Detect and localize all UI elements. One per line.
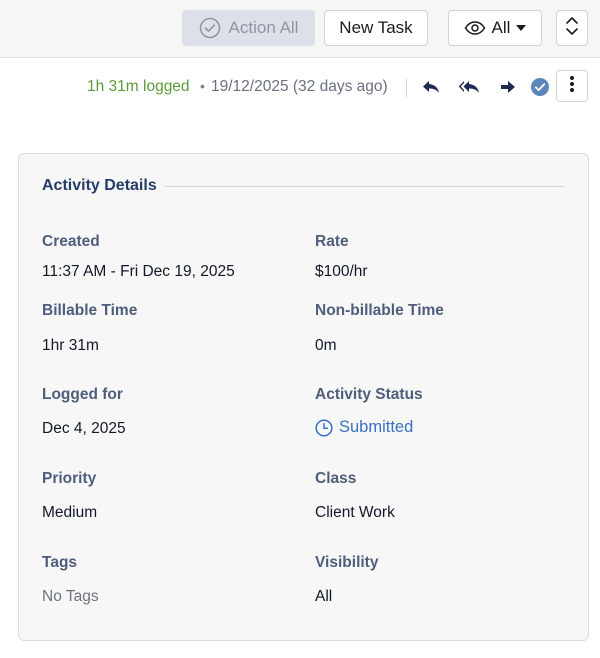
caret-down-icon xyxy=(516,25,527,31)
completed-check-icon[interactable] xyxy=(529,76,551,98)
activity-meta-row: 1h 31m logged • 19/12/2025 (32 days ago) xyxy=(0,74,600,100)
check-circle-icon xyxy=(199,17,221,39)
billable-time-label: Billable Time xyxy=(42,302,138,319)
rate-value: $100/hr xyxy=(315,263,368,280)
time-logged: 1h 31m logged xyxy=(87,78,190,95)
visibility-value: All xyxy=(315,588,333,605)
tags-label: Tags xyxy=(42,554,78,571)
activity-status-value: Submitted xyxy=(315,418,413,437)
logged-for-value: Dec 4, 2025 xyxy=(42,420,126,437)
priority-label: Priority xyxy=(42,470,97,487)
created-label: Created xyxy=(42,233,100,250)
toolbar: Action All New Task All xyxy=(0,0,600,58)
rate-label: Rate xyxy=(315,233,349,250)
clock-icon xyxy=(315,418,333,437)
new-task-label: New Task xyxy=(339,18,413,37)
action-all-button[interactable]: Action All xyxy=(182,10,315,46)
reply-all-icon[interactable] xyxy=(458,76,480,98)
expand-collapse-button[interactable] xyxy=(556,10,588,46)
billable-time-value: 1hr 31m xyxy=(42,337,99,354)
visibility-label: Visibility xyxy=(315,554,379,571)
title-divider xyxy=(165,186,565,187)
eye-icon xyxy=(464,21,486,35)
card-title: Activity Details xyxy=(42,177,157,194)
logged-for-label: Logged for xyxy=(42,386,123,403)
reply-icon[interactable] xyxy=(420,76,442,98)
class-label: Class xyxy=(315,470,357,487)
new-task-button[interactable]: New Task xyxy=(324,10,428,46)
filter-label: All xyxy=(491,18,511,37)
non-billable-time-value: 0m xyxy=(315,337,337,354)
action-all-label: Action All xyxy=(228,18,299,37)
class-value: Client Work xyxy=(315,504,395,521)
more-options-button[interactable] xyxy=(556,70,588,102)
non-billable-time-label: Non-billable Time xyxy=(315,302,444,319)
priority-value: Medium xyxy=(42,504,98,521)
created-value: 11:37 AM - Fri Dec 19, 2025 xyxy=(42,263,235,280)
tags-value: No Tags xyxy=(42,588,99,605)
more-vertical-icon xyxy=(569,75,575,98)
forward-icon[interactable] xyxy=(497,76,519,98)
activity-details-card: Activity Details Created 11:37 AM - Fri … xyxy=(18,153,589,641)
separator-dot: • xyxy=(200,78,205,94)
divider xyxy=(406,79,407,97)
activity-status-label: Activity Status xyxy=(315,386,423,403)
status-text: Submitted xyxy=(339,418,414,436)
expand-icon xyxy=(565,16,579,41)
activity-date: 19/12/2025 (32 days ago) xyxy=(211,78,388,95)
visibility-filter-dropdown[interactable]: All xyxy=(448,10,542,46)
